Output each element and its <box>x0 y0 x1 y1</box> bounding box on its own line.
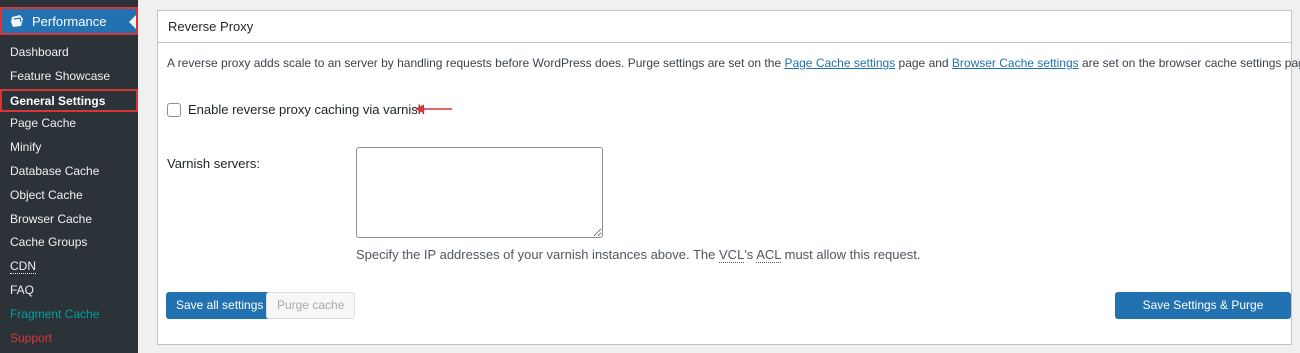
acl-abbr: ACL <box>756 247 782 263</box>
help-text-1: Specify the IP addresses of your varnish… <box>356 247 720 262</box>
sidebar-item-browser-cache[interactable]: Browser Cache <box>0 208 138 232</box>
varnish-servers-help: Specify the IP addresses of your varnish… <box>356 247 921 263</box>
performance-icon <box>8 12 26 30</box>
annotation-arrow-icon <box>415 104 452 114</box>
reverse-proxy-description: A reverse proxy adds scale to an server … <box>167 56 1300 70</box>
panel-title: Reverse Proxy <box>158 11 1291 43</box>
sidebar-item-database-cache[interactable]: Database Cache <box>0 160 138 184</box>
sidebar-item-feature-showcase[interactable]: Feature Showcase <box>0 65 138 89</box>
vcl-abbr: VCL <box>719 247 745 263</box>
enable-varnish-checkbox[interactable] <box>167 102 181 117</box>
description-text-1: A reverse proxy adds scale to an server … <box>167 56 785 70</box>
sidebar-item-dashboard[interactable]: Dashboard <box>0 41 138 65</box>
sidebar-item-faq[interactable]: FAQ <box>0 279 138 303</box>
current-menu-arrow-icon <box>129 15 136 29</box>
description-text-3: are set on the browser cache settings pa… <box>1078 56 1300 70</box>
sidebar-item-object-cache[interactable]: Object Cache <box>0 184 138 208</box>
sidebar-item-minify[interactable]: Minify <box>0 136 138 160</box>
sidebar-item-general-settings[interactable]: General Settings <box>0 88 138 113</box>
performance-menu-title: Performance <box>32 13 107 29</box>
admin-sidebar: Performance Dashboard Feature Showcase G… <box>0 0 138 353</box>
sidebar-item-fragment-cache[interactable]: Fragment Cache <box>0 303 138 327</box>
page-cache-settings-link[interactable]: Page Cache settings <box>784 56 895 70</box>
performance-menu[interactable]: Performance <box>0 7 138 35</box>
sidebar-item-cdn[interactable]: CDN <box>0 255 138 279</box>
varnish-servers-textarea[interactable] <box>356 147 603 238</box>
reverse-proxy-panel: Reverse Proxy A reverse proxy adds scale… <box>157 10 1300 345</box>
sidebar-item-page-cache[interactable]: Page Cache <box>0 112 138 136</box>
enable-varnish-row: Enable reverse proxy caching via varnish <box>167 102 425 117</box>
save-all-settings-button[interactable]: Save all settings <box>166 292 274 319</box>
purge-cache-button[interactable]: Purge cache <box>266 292 356 319</box>
sidebar-item-cdn-label: CDN <box>10 259 36 275</box>
description-text-2: page and <box>895 56 952 70</box>
help-text-3: must allow this request. <box>781 247 921 262</box>
sidebar-item-cache-groups[interactable]: Cache Groups <box>0 231 138 255</box>
help-text-2: 's <box>744 247 757 262</box>
sidebar-item-support[interactable]: Support <box>0 327 138 351</box>
varnish-servers-label: Varnish servers: <box>167 156 260 171</box>
browser-cache-settings-link[interactable]: Browser Cache settings <box>952 56 1079 70</box>
performance-submenu: Dashboard Feature Showcase General Setti… <box>0 41 138 350</box>
enable-varnish-label[interactable]: Enable reverse proxy caching via varnish <box>188 102 425 117</box>
save-settings-purge-caches-button[interactable]: Save Settings & Purge Caches <box>1115 292 1291 337</box>
